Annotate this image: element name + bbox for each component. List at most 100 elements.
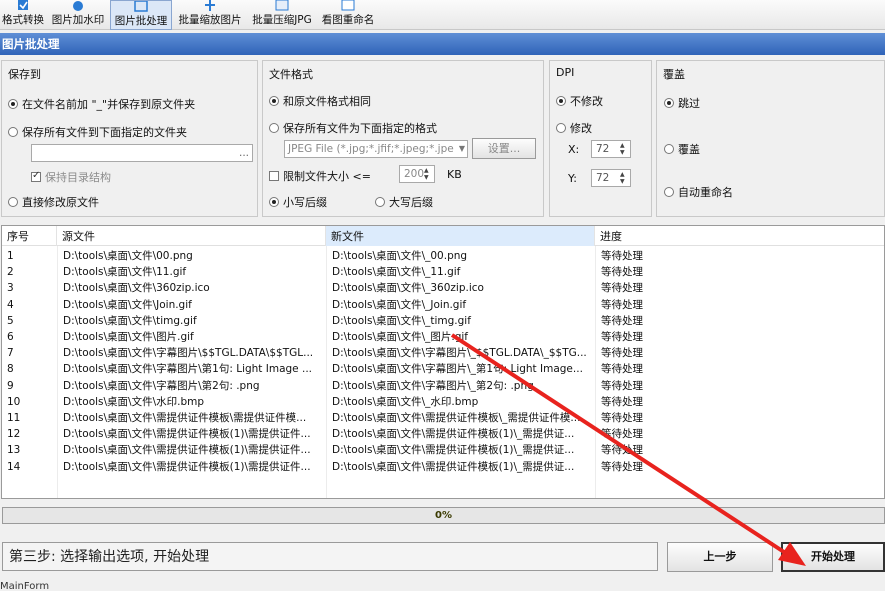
overwrite-group: 覆盖 跳过 覆盖 自动重命名: [656, 60, 885, 217]
watermark-icon: [49, 0, 107, 12]
overwrite-original-radio[interactable]: 直接修改原文件: [8, 194, 99, 210]
toolbar-batch-process-button[interactable]: 图片批处理: [110, 0, 172, 30]
table-row[interactable]: 4 D:\tools\桌面\文件\Join.gif D:\tools\桌面\文件\_…: [2, 297, 884, 313]
dpi-y-spinner[interactable]: 72 ▲ ▼: [591, 169, 631, 187]
cell-new-file: D:\tools\桌面\文件\_图片.gif: [332, 331, 468, 343]
format-select[interactable]: JPEG File (*.jpg;*.jfif;*.jpeg;*.jpe ▼: [284, 140, 468, 158]
cell-index: 6: [7, 331, 14, 343]
table-row[interactable]: 13 D:\tools\桌面\文件\需提供证件模板(1)\需提供证件... D:\t…: [2, 442, 884, 458]
toolbar-label: 图片批处理: [114, 15, 168, 27]
cell-new-file: D:\tools\桌面\文件\字幕图片\_第2句: .png: [332, 379, 534, 392]
cell-index: 8: [7, 363, 14, 376]
cell-new-file: D:\tools\桌面\文件\_timg.gif: [332, 314, 471, 327]
dpi-keep-radio[interactable]: 不修改: [556, 93, 603, 109]
uppercase-suffix-radio[interactable]: 大写后缀: [375, 194, 433, 210]
radio-indicator: [664, 98, 674, 108]
auto-rename-radio[interactable]: 自动重命名: [664, 184, 733, 200]
table-row[interactable]: 11 D:\tools\桌面\文件\需提供证件模板\需提供证件模... D:\too…: [2, 410, 884, 426]
toolbar-resize-button[interactable]: 批量缩放图片: [175, 0, 245, 30]
toolbar-label: 批量缩放图片: [178, 14, 242, 26]
progress-label: 0%: [435, 510, 452, 521]
table-row[interactable]: 8 D:\tools\桌面\文件\字幕图片\第1句: Light Image ..…: [2, 361, 884, 377]
column-header-index[interactable]: 序号: [2, 226, 57, 246]
table-row[interactable]: 9 D:\tools\桌面\文件\字幕图片\第2句: .png D:\tools\桌…: [2, 378, 884, 394]
cell-new-file: D:\tools\桌面\文件\_11.gif: [332, 266, 461, 279]
toolbar-label: 图片加水印: [51, 14, 105, 26]
toolbar-compress-jpg-button[interactable]: 批量压缩JPG: [249, 0, 315, 30]
overwrite-radio[interactable]: 覆盖: [664, 141, 700, 157]
limit-size-checkbox[interactable]: 限制文件大小 <=: [269, 168, 371, 184]
cell-source-file: D:\tools\桌面\文件\图片.gif: [63, 331, 194, 343]
table-row[interactable]: 10 D:\tools\桌面\文件\水印.bmp D:\tools\桌面\文件\_水…: [2, 394, 884, 410]
cell-progress: 等待处理: [601, 412, 643, 424]
table-row[interactable]: 1 D:\tools\桌面\文件\00.png D:\tools\桌面\文件\_00…: [2, 248, 884, 264]
lowercase-suffix-radio[interactable]: 小写后缀: [269, 194, 327, 210]
dpi-keep-label: 不修改: [570, 95, 603, 108]
save-folder-radio[interactable]: 保存所有文件到下面指定的文件夹: [8, 124, 187, 140]
format-same-radio[interactable]: 和原文件格式相同: [269, 93, 371, 109]
toolbar-rename-button[interactable]: 看图重命名: [319, 0, 377, 30]
keep-structure-checkbox[interactable]: 保持目录结构: [31, 169, 111, 185]
table-row[interactable]: 5 D:\tools\桌面\文件\timg.gif D:\tools\桌面\文件\_…: [2, 313, 884, 329]
prev-step-button[interactable]: 上一步: [667, 542, 773, 572]
overwrite-original-label: 直接修改原文件: [22, 196, 99, 209]
cell-new-file: D:\tools\桌面\文件\需提供证件模板(1)\_需提供证...: [332, 428, 575, 441]
limit-size-spinner[interactable]: 200 ▲ ▼: [399, 165, 435, 183]
cell-progress: 等待处理: [601, 428, 643, 441]
cell-source-file: D:\tools\桌面\文件\需提供证件模板(1)\需提供证件...: [63, 444, 311, 457]
spinner-arrows-icon: ▲ ▼: [620, 171, 625, 185]
limit-size-unit: KB: [447, 168, 462, 181]
cell-source-file: D:\tools\桌面\文件\水印.bmp: [63, 395, 205, 408]
uppercase-suffix-label: 大写后缀: [389, 196, 433, 209]
file-table[interactable]: 序号 源文件 新文件 进度 1 D:\tools\桌面\文件\00.png D:\t…: [1, 225, 885, 499]
dpi-x-spinner[interactable]: 72 ▲ ▼: [591, 140, 631, 158]
cell-index: 11: [7, 412, 21, 424]
folder-path-input[interactable]: ...: [31, 144, 253, 162]
table-row[interactable]: 7 D:\tools\桌面\文件\字幕图片\$$TGL.DATA\$$TGL...…: [2, 345, 884, 361]
spinner-arrows-icon: ▲ ▼: [424, 167, 429, 181]
save-prefix-radio[interactable]: 在文件名前加 "_"并保存到原文件夹: [8, 96, 195, 112]
toolbar-watermark-button[interactable]: 图片加水印: [49, 0, 107, 30]
cell-source-file: D:\tools\桌面\文件\字幕图片\第1句: Light Image ...: [63, 363, 312, 376]
radio-indicator: [8, 99, 18, 109]
radio-indicator: [8, 197, 18, 207]
toolbar-label: 看图重命名: [321, 14, 375, 26]
format-specified-radio[interactable]: 保存所有文件为下面指定的格式: [269, 120, 437, 136]
cell-index: 5: [7, 314, 14, 327]
panel-title: 图片批处理: [0, 33, 885, 55]
column-header-new[interactable]: 新文件: [326, 226, 595, 246]
cell-index: 12: [7, 428, 21, 441]
toolbar-format-convert-button[interactable]: 格式转换: [0, 0, 46, 30]
cell-new-file: D:\tools\桌面\文件\_360zip.ico: [332, 282, 484, 295]
cell-progress: 等待处理: [601, 282, 643, 295]
start-process-button[interactable]: 开始处理: [781, 542, 885, 572]
chevron-down-icon: ▼: [458, 144, 465, 153]
table-row[interactable]: 6 D:\tools\桌面\文件\图片.gif D:\tools\桌面\文件\_图片…: [2, 329, 884, 345]
toolbar-label: 批量压缩JPG: [252, 14, 312, 26]
table-row[interactable]: 14 D:\tools\桌面\文件\需提供证件模板(1)\需提供证件... D:\t…: [2, 459, 884, 475]
column-header-source[interactable]: 源文件: [57, 226, 326, 246]
overwrite-label: 覆盖: [678, 143, 700, 156]
overwrite-title: 覆盖: [663, 68, 685, 81]
table-header: 序号 源文件 新文件 进度: [2, 226, 884, 246]
column-header-progress[interactable]: 进度: [595, 226, 884, 246]
table-row[interactable]: 3 D:\tools\桌面\文件\360zip.ico D:\tools\桌面\文件…: [2, 280, 884, 296]
keep-structure-label: 保持目录结构: [45, 171, 111, 184]
save-folder-label: 保存所有文件到下面指定的文件夹: [22, 126, 187, 139]
cell-source-file: D:\tools\桌面\文件\字幕图片\第2句: .png: [63, 379, 260, 392]
save-prefix-label: 在文件名前加 "_"并保存到原文件夹: [22, 98, 196, 111]
table-row[interactable]: 2 D:\tools\桌面\文件\11.gif D:\tools\桌面\文件\_11…: [2, 264, 884, 280]
cell-new-file: D:\tools\桌面\文件\_00.png: [332, 250, 468, 262]
dpi-modify-radio[interactable]: 修改: [556, 120, 592, 136]
skip-radio[interactable]: 跳过: [664, 95, 700, 111]
cell-source-file: D:\tools\桌面\文件\11.gif: [63, 266, 187, 279]
cell-new-file: D:\tools\桌面\文件\需提供证件模板(1)\_需提供证...: [332, 444, 575, 457]
radio-indicator: [556, 123, 566, 133]
dpi-x-value: 72: [596, 143, 610, 155]
cell-progress: 等待处理: [601, 298, 643, 311]
cell-index: 7: [7, 347, 14, 360]
table-row[interactable]: 12 D:\tools\桌面\文件\需提供证件模板(1)\需提供证件... D:\t…: [2, 426, 884, 442]
cell-progress: 等待处理: [601, 379, 643, 392]
cell-index: 1: [7, 250, 14, 262]
format-settings-button[interactable]: 设置...: [472, 138, 536, 159]
